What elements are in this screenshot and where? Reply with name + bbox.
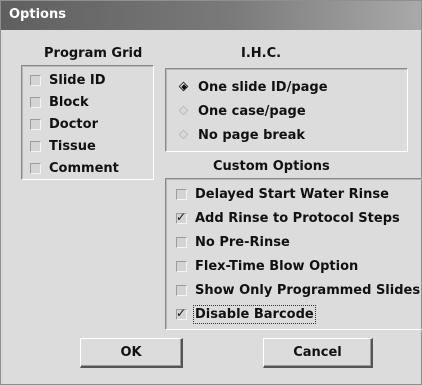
checkbox-no-pre-rinse[interactable]: No Pre-Rinse (176, 232, 290, 252)
radio-button[interactable] (178, 105, 190, 117)
checkbox-label: No Pre-Rinse (195, 234, 290, 250)
checkbox-add-rinse-to-protocol-steps[interactable]: ✓ Add Rinse to Protocol Steps (176, 208, 400, 228)
checkbox-box[interactable] (176, 260, 187, 272)
custom-options-label: Custom Options (213, 159, 330, 174)
title-bar[interactable]: Options (1, 1, 421, 30)
checkbox-label: Comment (49, 160, 119, 176)
radio-one-case-page[interactable]: One case/page (178, 101, 306, 121)
checkmark-icon: ✓ (176, 305, 187, 320)
checkbox-doctor[interactable]: Doctor (30, 114, 98, 134)
checkbox-comment[interactable]: Comment (30, 158, 119, 178)
program-grid-group: Slide ID Block Doctor Tissue Comment (21, 65, 154, 180)
ihc-label: I.H.C. (241, 46, 282, 61)
options-dialog: Options Program Grid Slide ID Block Doct… (0, 0, 422, 385)
checkbox-label: Delayed Start Water Rinse (195, 186, 389, 202)
checkbox-box[interactable] (176, 188, 187, 200)
checkbox-label: Add Rinse to Protocol Steps (195, 210, 400, 226)
radio-label: One slide ID/page (198, 79, 328, 95)
checkbox-label: Slide ID (49, 72, 106, 88)
checkbox-block[interactable]: Block (30, 92, 89, 112)
checkbox-label: Show Only Programmed Slides (195, 282, 421, 298)
radio-one-slide-id-page[interactable]: One slide ID/page (178, 77, 328, 97)
radio-button[interactable] (178, 129, 190, 141)
checkbox-box[interactable] (30, 162, 41, 174)
radio-label: One case/page (198, 103, 306, 119)
radio-label: No page break (198, 127, 306, 143)
checkbox-box[interactable] (30, 74, 41, 86)
checkbox-label: Disable Barcode (193, 304, 316, 324)
checkbox-delayed-start-water-rinse[interactable]: Delayed Start Water Rinse (176, 184, 389, 204)
checkbox-disable-barcode[interactable]: ✓ Disable Barcode (176, 304, 316, 324)
checkbox-box[interactable] (176, 236, 187, 248)
program-grid-label: Program Grid (44, 46, 143, 61)
checkbox-box[interactable]: ✓ (176, 305, 187, 320)
checkbox-box[interactable] (30, 118, 41, 130)
radio-no-page-break[interactable]: No page break (178, 125, 305, 145)
checkbox-box[interactable] (176, 284, 187, 296)
checkbox-box[interactable]: ✓ (176, 209, 187, 224)
window-title: Options (9, 7, 66, 22)
radio-button[interactable] (178, 81, 190, 93)
checkbox-label: Flex-Time Blow Option (195, 258, 359, 274)
checkbox-label: Doctor (49, 116, 98, 132)
checkbox-label: Block (49, 94, 89, 110)
ok-button[interactable]: OK (80, 338, 183, 368)
checkbox-box[interactable] (30, 140, 41, 152)
checkbox-flex-time-blow-option[interactable]: Flex-Time Blow Option (176, 256, 358, 276)
checkbox-box[interactable] (30, 96, 41, 108)
checkmark-icon: ✓ (176, 209, 187, 224)
custom-options-group: Delayed Start Water Rinse ✓ Add Rinse to… (165, 178, 422, 330)
checkbox-label: Tissue (49, 138, 96, 154)
checkbox-slide-id[interactable]: Slide ID (30, 70, 106, 90)
checkbox-show-only-programmed-slides[interactable]: Show Only Programmed Slides (176, 280, 420, 300)
checkbox-tissue[interactable]: Tissue (30, 136, 96, 156)
cancel-button[interactable]: Cancel (263, 338, 373, 368)
ihc-group: One slide ID/page One case/page No page … (165, 68, 408, 152)
